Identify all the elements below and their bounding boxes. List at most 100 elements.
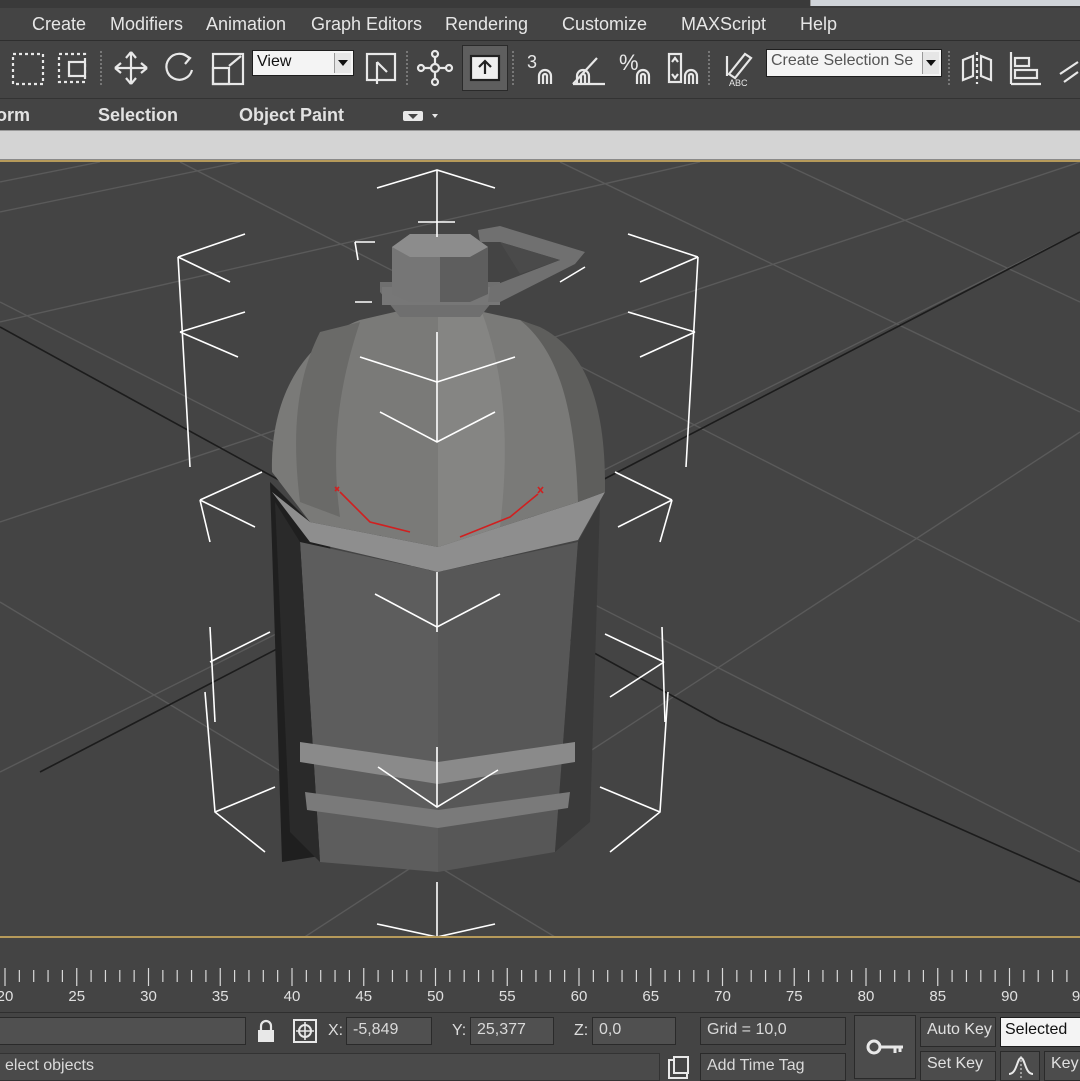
align-icon — [1009, 52, 1041, 86]
menu-modifiers[interactable]: Modifiers — [110, 14, 183, 35]
ruler-tick-label: 20 — [0, 988, 14, 1005]
menu-animation[interactable]: Animation — [206, 14, 286, 35]
manipulate-icon — [416, 49, 454, 87]
ribbon-tab-selection[interactable]: Selection — [98, 105, 178, 126]
y-coordinate-field[interactable]: 25,377 — [470, 1017, 554, 1045]
ribbon-bar: orm Selection Object Paint — [0, 98, 1080, 131]
title-bar-fragment — [0, 0, 1080, 8]
spinner-snap-toggle-button[interactable] — [660, 45, 706, 91]
use-pivot-center-button[interactable] — [358, 45, 404, 91]
ruler-tick-label: 80 — [857, 988, 875, 1005]
angle-snap-icon — [572, 57, 605, 86]
mirror-icon — [961, 52, 993, 84]
reference-coordinate-value: View — [257, 53, 292, 70]
status-bar: X: -5,849 Y: 25,377 Z: 0,0 Grid = 10,0 e… — [0, 1012, 1080, 1081]
select-and-rotate-button[interactable] — [156, 45, 202, 91]
ruler-tick-label: 40 — [283, 988, 301, 1005]
key-icon — [866, 1039, 903, 1055]
percent-snap-icon: % — [619, 50, 651, 84]
ribbon-tab-freeform[interactable]: orm — [0, 105, 30, 126]
title-bar-light-piece — [810, 0, 1080, 6]
ruler-tick-label: 70 — [714, 988, 731, 1005]
angle-snap-toggle-button[interactable] — [566, 45, 612, 91]
layer-manager-button[interactable] — [1050, 45, 1080, 91]
auto-key-button[interactable]: Auto Key — [920, 1017, 996, 1047]
select-and-scale-button[interactable] — [204, 45, 250, 91]
perspective-viewport[interactable] — [0, 160, 1080, 938]
select-and-manipulate-button[interactable] — [412, 45, 458, 91]
menu-create[interactable]: Create — [32, 14, 86, 35]
named-selection-set-dropdown[interactable]: Create Selection Se — [766, 49, 942, 77]
key-filters-button[interactable]: Key — [1044, 1051, 1080, 1081]
layers-icon — [1059, 61, 1079, 83]
spinner-snap-icon — [667, 52, 699, 84]
toolbar-separator — [100, 51, 102, 87]
menu-bar: Create Modifiers Animation Graph Editors… — [0, 8, 1080, 40]
menu-help[interactable]: Help — [800, 14, 837, 35]
abc-label: ABC — [729, 78, 748, 88]
mirror-button[interactable] — [954, 45, 1000, 91]
ruler-tick-label: 90 — [1001, 988, 1018, 1005]
ruler-tick-label: 50 — [427, 988, 444, 1005]
x-coordinate-field[interactable]: -5,849 — [346, 1017, 432, 1045]
set-key-button[interactable]: Set Key — [920, 1051, 996, 1081]
track-bar-ruler[interactable] — [0, 964, 1080, 1010]
selection-lock-icon[interactable] — [255, 1019, 277, 1045]
absolute-mode-transform-icon[interactable] — [292, 1018, 318, 1044]
window-crossing-button[interactable] — [50, 45, 96, 91]
ruler-tick-label: 45 — [355, 988, 373, 1005]
scale-icon — [211, 52, 245, 86]
align-button[interactable] — [1002, 45, 1048, 91]
toolbar-separator — [948, 51, 950, 87]
add-time-tag-button[interactable]: Add Time Tag — [700, 1053, 846, 1081]
snaps-toggle-button[interactable]: 3 — [520, 45, 566, 91]
menu-graph-editors[interactable]: Graph Editors — [311, 14, 422, 35]
ruler-tick-label: 75 — [785, 988, 803, 1005]
move-icon — [114, 51, 148, 85]
ruler-tick-label: 85 — [929, 988, 947, 1005]
pivot-center-icon — [365, 52, 397, 84]
y-coordinate-label: Y: — [452, 1022, 467, 1039]
tangent-curve-icon — [1008, 1056, 1033, 1078]
menu-maxscript[interactable]: MAXScript — [681, 14, 766, 35]
keyboard-shortcut-override-button[interactable] — [462, 45, 508, 91]
key-mode-dropdown[interactable]: Selected — [1000, 1017, 1080, 1047]
toolbar-separator — [708, 51, 710, 87]
edit-named-selection-button[interactable]: ABC — [716, 45, 762, 91]
viewport-canvas — [0, 162, 1080, 936]
ruler-tick-label: 65 — [642, 988, 660, 1005]
toolbar-separator — [406, 51, 408, 87]
maxscript-listener-field[interactable] — [0, 1017, 246, 1045]
ruler-tick-label: 55 — [498, 988, 516, 1005]
percent-snap-label: % — [619, 50, 639, 75]
ribbon-tab-object-paint[interactable]: Object Paint — [239, 105, 344, 126]
rotate-icon — [165, 52, 194, 81]
z-coordinate-field[interactable]: 0,0 — [592, 1017, 676, 1045]
x-coordinate-label: X: — [328, 1022, 344, 1039]
z-coordinate-label: Z: — [574, 1022, 589, 1039]
menu-rendering[interactable]: Rendering — [445, 14, 528, 35]
toolbar-separator — [512, 51, 514, 87]
prompt-line: elect objects — [0, 1053, 660, 1081]
dropdown-arrow-icon — [334, 53, 351, 73]
select-and-move-button[interactable] — [108, 45, 154, 91]
rect-selection-icon — [11, 52, 45, 86]
set-key-big-button[interactable] — [854, 1015, 916, 1079]
grid-spacing-display: Grid = 10,0 — [700, 1017, 846, 1045]
percent-snap-toggle-button[interactable]: % — [614, 45, 660, 91]
ruler-tick-label: 60 — [570, 988, 588, 1005]
rectangular-selection-button[interactable] — [4, 45, 50, 91]
main-toolbar: View 3 % ABC Create Selection Se — [0, 40, 1080, 99]
named-selection-pencil-icon: ABC — [725, 52, 753, 88]
dropdown-arrow-icon — [922, 52, 939, 74]
time-tag-icon[interactable] — [666, 1055, 692, 1081]
window-crossing-icon — [57, 52, 87, 84]
reference-coordinate-dropdown[interactable]: View — [252, 50, 354, 76]
ribbon-options-dropdown-icon[interactable] — [402, 109, 442, 123]
ruler-tick-label: 25 — [68, 988, 86, 1005]
ruler-tick-label: 30 — [140, 988, 157, 1005]
menu-customize[interactable]: Customize — [562, 14, 647, 35]
key-tangent-button[interactable] — [1000, 1051, 1040, 1081]
shortcut-override-icon — [469, 54, 501, 82]
ribbon-panel-strip — [0, 130, 1080, 160]
